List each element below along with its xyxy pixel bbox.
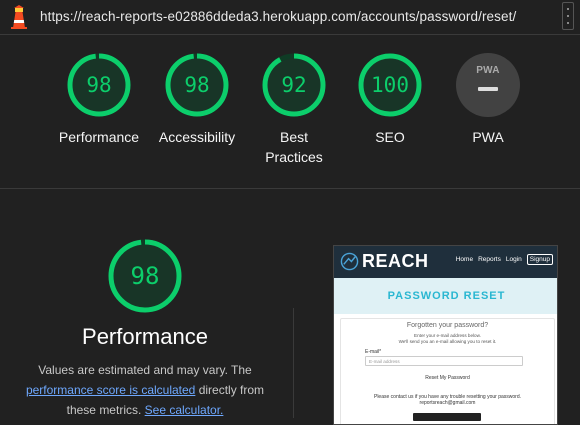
report-header: https://reach-reports-e02886ddeda3.herok… [0, 0, 580, 35]
thumb-hero-title: PASSWORD RESET [387, 290, 506, 302]
gauge-score: 92 [281, 73, 307, 97]
score-calculated-link[interactable]: performance score is calculated [26, 383, 195, 397]
thumb-contact-text: Please contact us if you have any troubl… [341, 394, 554, 406]
desc-text: Values are estimated and may vary. The [38, 363, 252, 377]
thumb-nav-login: Login [505, 256, 522, 263]
gauge-best-practices[interactable]: 92 Best Practices [239, 53, 349, 167]
gauge-label: Performance [58, 129, 140, 145]
category-gauges: 98 Performance 98 Accessibility 92 Best … [0, 53, 580, 173]
gauge-label: SEO [375, 129, 405, 145]
thumb-card-subtext: Enter your e-mail address below. We'll se… [341, 333, 554, 345]
thumb-reset-card: Forgotten your password? Enter your e-ma… [340, 318, 555, 424]
performance-score: 98 [130, 262, 160, 290]
thumb-nav-reports: Reports [478, 256, 501, 263]
performance-section: 98 Performance Values are estimated and … [0, 238, 290, 420]
thumb-email-input: E-mail address [365, 356, 523, 366]
thumb-nav-links: Home Reports Login Signup [451, 254, 553, 265]
gauge-pwa[interactable]: PWA PWA [433, 53, 543, 147]
pwa-badge-icon: PWA [456, 53, 520, 117]
thumb-hero: PASSWORD RESET [334, 278, 557, 314]
section-divider [0, 188, 580, 189]
thumb-dark-button [413, 413, 481, 421]
gauge-label: Best Practices [265, 129, 323, 165]
gauge-score: 98 [86, 73, 112, 97]
gauge-accessibility[interactable]: 98 Accessibility [142, 53, 252, 147]
tools-menu-button[interactable] [562, 2, 574, 30]
thumb-nav-home: Home [455, 256, 474, 263]
pwa-badge-text: PWA [476, 65, 500, 76]
thumb-card-heading: Forgotten your password? [406, 322, 489, 329]
thumb-email-label: E-mail* [365, 349, 382, 355]
vertical-divider [293, 308, 294, 418]
report-url[interactable]: https://reach-reports-e02886ddeda3.herok… [40, 9, 516, 24]
lighthouse-logo-icon [11, 5, 27, 29]
gauge-label: Accessibility [158, 129, 236, 145]
thumb-nav-signup: Signup [526, 254, 553, 265]
performance-title: Performance [82, 324, 208, 349]
gauge-score: 98 [184, 73, 210, 97]
thumb-contact-email: reportsreach@gmail.com [419, 400, 476, 406]
gauge-performance[interactable]: 98 Performance [44, 53, 154, 147]
performance-gauge: 98 [107, 238, 183, 314]
thumb-reset-button: Reset My Password [425, 375, 470, 381]
gauge-score: 100 [371, 73, 409, 97]
gauge-label: PWA [472, 129, 504, 145]
thumb-navbar: REACH Home Reports Login Signup [334, 246, 557, 278]
thumb-card-sub-line: We'll send you an e-mail allowing you to… [398, 339, 497, 344]
see-calculator-link[interactable]: See calculator. [145, 403, 224, 417]
final-screenshot[interactable]: REACH Home Reports Login Signup PASSWORD RE… [333, 245, 558, 425]
performance-description: Values are estimated and may vary. The p… [0, 360, 290, 420]
pwa-dash-icon [478, 87, 498, 91]
reach-logo-icon [340, 252, 359, 271]
gauge-seo[interactable]: 100 SEO [335, 53, 445, 147]
thumb-brand: REACH [362, 251, 429, 271]
